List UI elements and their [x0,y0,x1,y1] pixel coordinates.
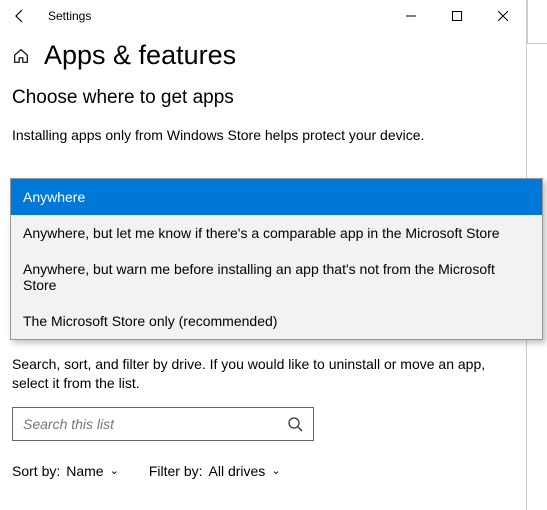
search-help-text: Search, sort, and filter by drive. If yo… [12,355,514,393]
arrow-left-icon [12,8,28,24]
page-title: Apps & features [44,40,236,71]
search-input[interactable] [23,416,287,432]
maximize-button[interactable] [434,0,480,32]
filter-label: Filter by: [149,463,203,479]
section-subtext: Installing apps only from Windows Store … [12,127,514,143]
app-source-dropdown[interactable]: Anywhere Anywhere, but let me know if th… [10,178,543,340]
close-icon [498,11,508,21]
minimize-button[interactable] [388,0,434,32]
window-title: Settings [48,9,388,23]
home-icon[interactable] [12,47,30,65]
sort-label: Sort by: [12,463,60,479]
filter-value: All drives [209,463,266,479]
sort-value: Name [66,463,103,479]
chevron-down-icon: ⌄ [110,464,119,477]
dropdown-option[interactable]: Anywhere, but warn me before installing … [11,251,542,303]
sort-by-control[interactable]: Sort by: Name ⌄ [12,463,119,479]
minimize-icon [406,11,416,21]
filter-by-control[interactable]: Filter by: All drives ⌄ [149,463,281,479]
dropdown-option[interactable]: The Microsoft Store only (recommended) [11,303,542,339]
maximize-icon [452,11,462,21]
dropdown-option[interactable]: Anywhere [11,179,542,215]
dropdown-option[interactable]: Anywhere, but let me know if there's a c… [11,215,542,251]
search-icon [287,416,303,432]
chevron-down-icon: ⌄ [271,464,280,477]
search-box[interactable] [12,407,314,441]
section-title: Choose where to get apps [12,87,514,109]
close-button[interactable] [480,0,526,32]
back-button[interactable] [0,0,40,32]
